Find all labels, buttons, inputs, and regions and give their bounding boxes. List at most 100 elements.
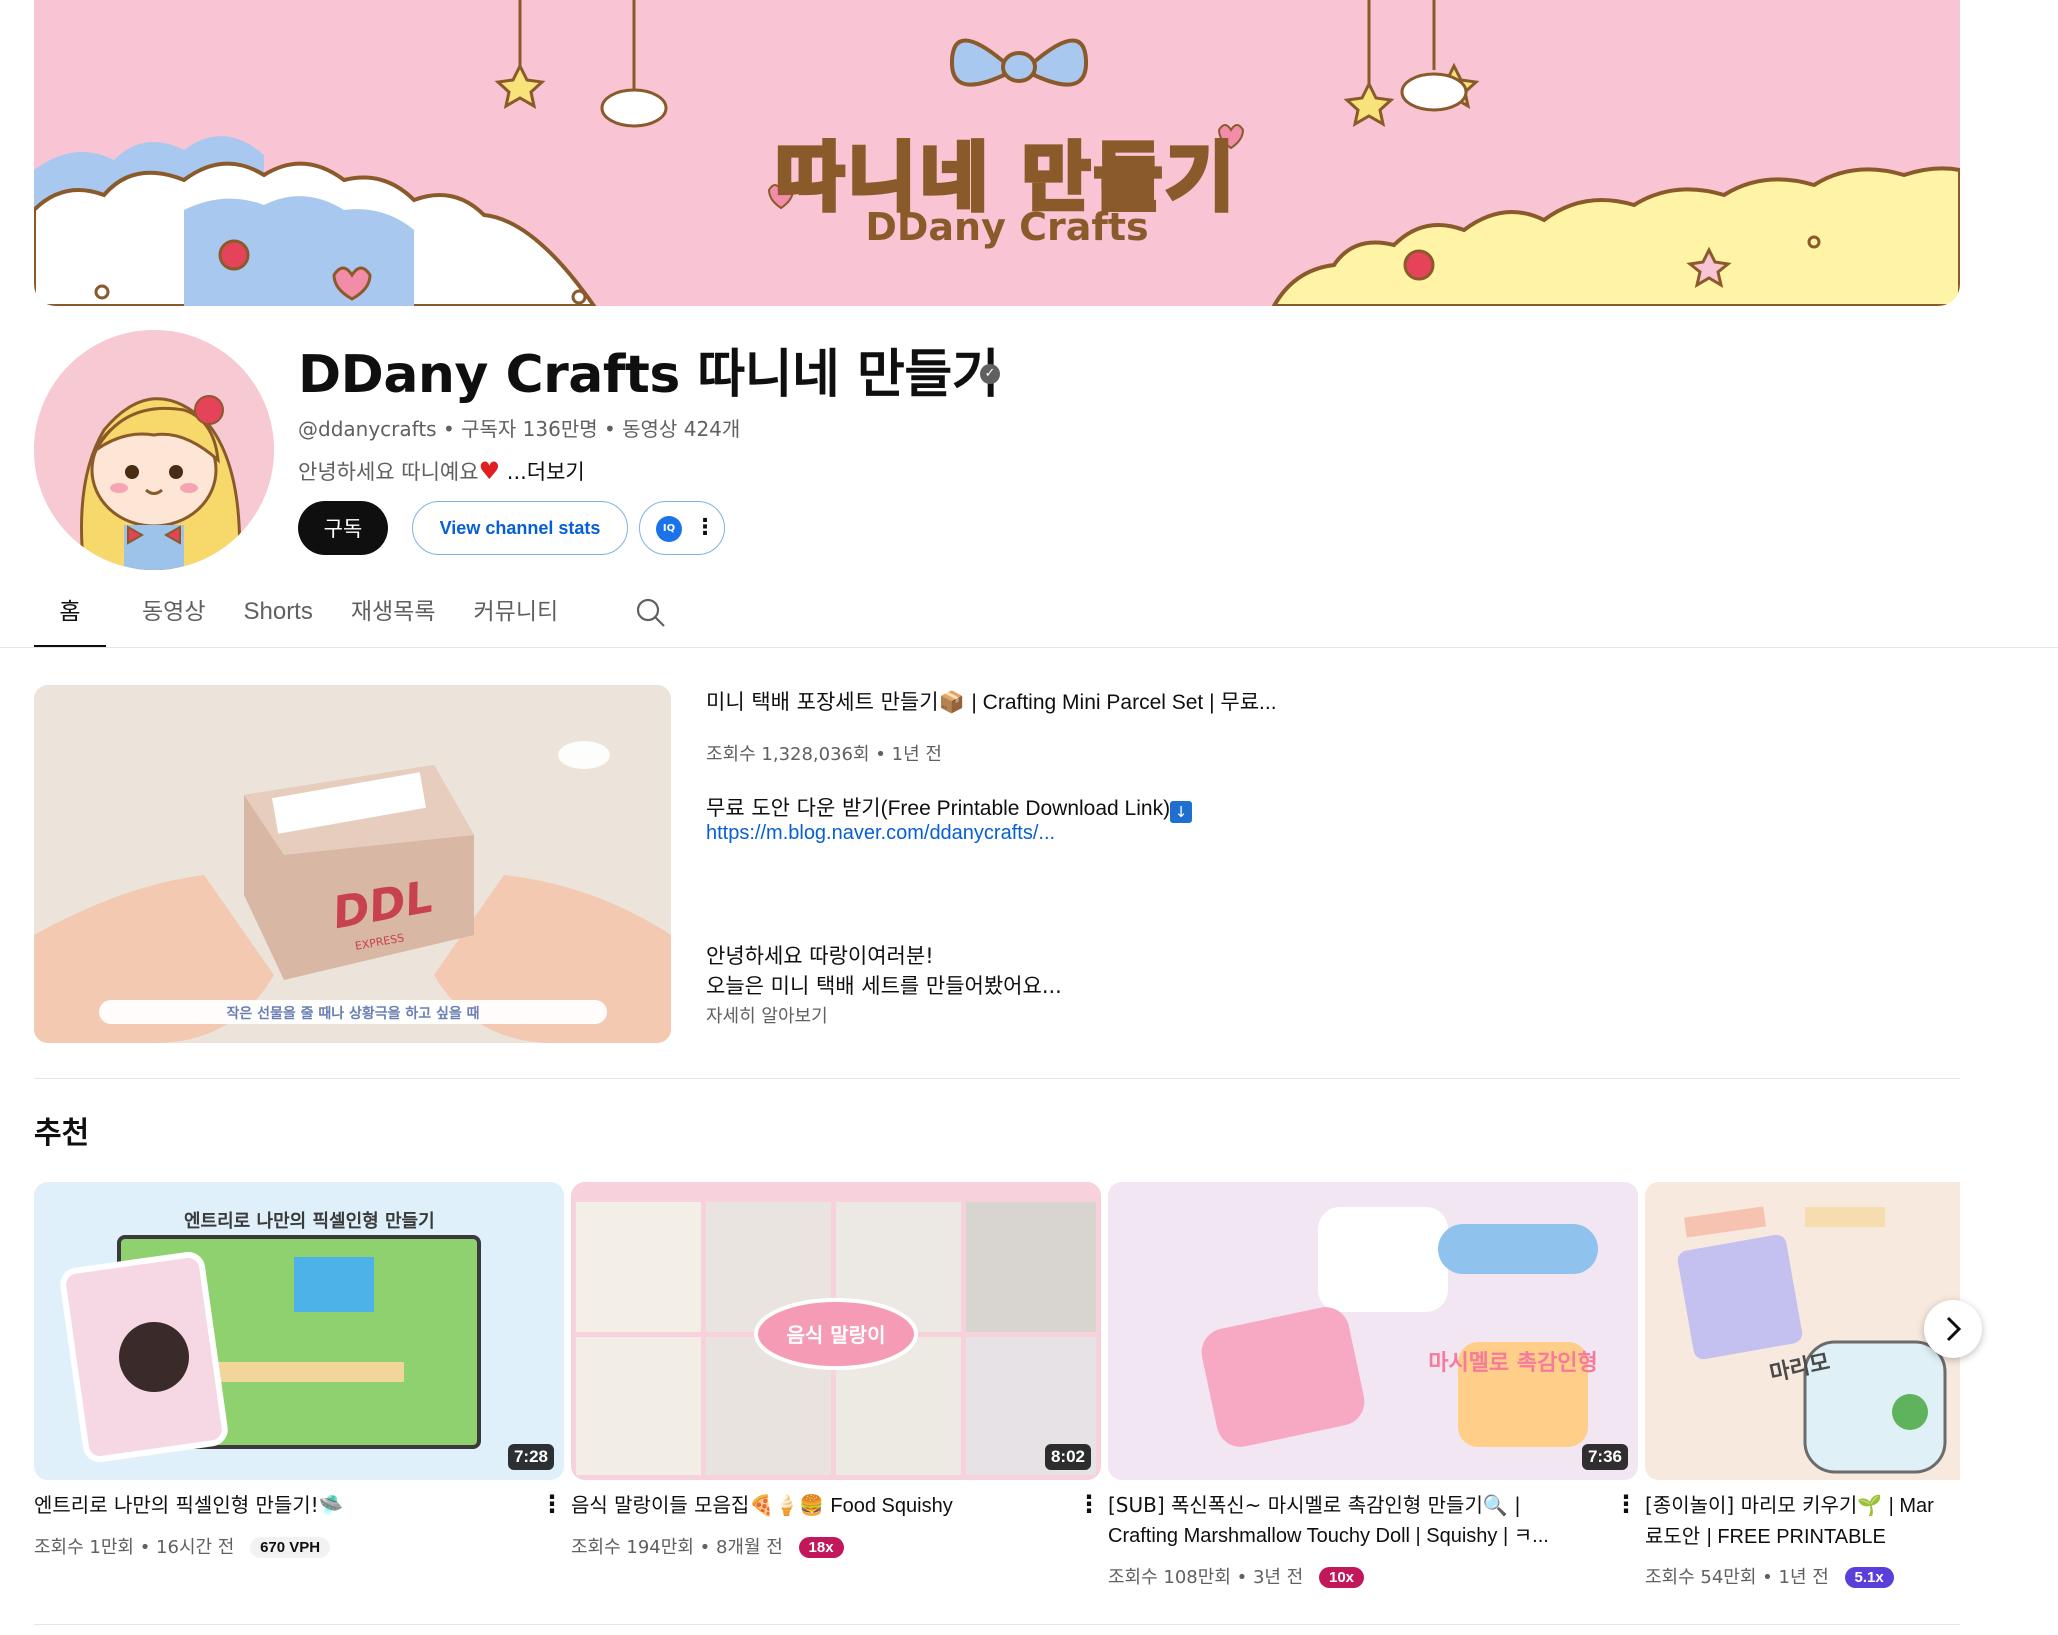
video-title-en: | Mar xyxy=(1888,1495,1934,1517)
video-title[interactable]: 음식 말랑이들 모음집🍕🍦🍔 Food Squishy xyxy=(571,1490,1071,1521)
featured-video-title[interactable]: 미니 택배 포장세트 만들기📦 | Crafting Mini Parcel S… xyxy=(706,686,1277,716)
featured-description-body: 오늘은 미니 택배 세트를 만들어봤어요... xyxy=(706,974,1062,998)
tab-shorts[interactable]: Shorts xyxy=(243,588,312,648)
outlier-badge: 18x xyxy=(798,1537,844,1558)
section-divider xyxy=(34,1624,1960,1625)
search-icon[interactable] xyxy=(636,598,666,628)
view-count: 조회수 108만회 xyxy=(1108,1567,1231,1588)
read-more-link[interactable]: 자세히 알아보기 xyxy=(706,1002,828,1028)
upload-age: 16시간 전 xyxy=(156,1537,235,1558)
subscriber-count: 구독자 136만명 xyxy=(461,417,598,441)
extension-logo-icon: IQ xyxy=(656,516,682,542)
video-menu-icon[interactable]: ⋮ xyxy=(1614,1490,1638,1518)
banner-subtitle: DDany Crafts xyxy=(865,205,1149,249)
thumbnail-caption: 마시멜로 촉감인형 xyxy=(1428,1351,1598,1376)
thumbnail-art: 마시멜로 촉감인형 xyxy=(1108,1182,1638,1480)
video-meta: 조회수 1만회 • 16시간 전 670 VPH xyxy=(34,1533,331,1559)
meta-separator: • xyxy=(604,417,623,441)
channel-description[interactable]: 안녕하세요 따니예요♥ ...더보기 xyxy=(298,456,585,486)
sprout-emoji-icon: 🌱 xyxy=(1857,1493,1883,1517)
video-title-text: [종이놀이] 마리모 키우기 xyxy=(1645,1493,1858,1517)
video-title-text: [SUB] 폭신폭신~ 마시멜로 촉감인형 만들기 xyxy=(1108,1493,1483,1517)
view-count: 조회수 1만회 xyxy=(34,1537,134,1558)
desc-ko: 무료 도안 다운 받기 xyxy=(706,796,881,820)
food-emoji-icon: 🍕🍦🍔 xyxy=(749,1493,825,1517)
video-title[interactable]: [SUB] 폭신폭신~ 마시멜로 촉감인형 만들기🔍 | Crafting Ma… xyxy=(1108,1490,1608,1551)
upload-age: 3년 전 xyxy=(1252,1567,1304,1588)
carousel-next-button[interactable] xyxy=(1924,1300,1982,1358)
video-duration: 7:28 xyxy=(507,1444,554,1470)
thumbnail-caption: 작은 선물을 줄 때나 상황극을 하고 싶을 때 xyxy=(226,1005,479,1022)
video-title-text: 엔트리로 나만의 픽셀인형 만들기! xyxy=(34,1493,319,1517)
meta-separator: • xyxy=(442,417,462,441)
thumbnail-art: 음식 말랑이 xyxy=(571,1182,1101,1480)
video-thumbnail[interactable]: 마시멜로 촉감인형 7:36 xyxy=(1108,1182,1638,1480)
channel-meta: @ddanycrafts • 구독자 136만명 • 동영상 424개 xyxy=(298,413,740,442)
channel-handle: @ddanycrafts xyxy=(298,417,437,441)
subscribe-button[interactable]: 구독 xyxy=(298,501,388,555)
thumbnail-caption: 음식 말랑이 xyxy=(787,1323,886,1347)
more-options-icon[interactable]: ⋮ xyxy=(694,514,716,542)
featured-video-meta: 조회수 1,328,036회 • 1년 전 xyxy=(706,744,942,765)
thumbnail-art: 마리모 xyxy=(1645,1182,1960,1480)
extension-button[interactable]: IQ ⋮ xyxy=(639,501,725,555)
featured-title-en: | Crafting Mini Parcel Set | 무료... xyxy=(971,691,1277,714)
package-emoji-icon: 📦 xyxy=(938,690,965,714)
video-title-en: Food Squishy xyxy=(830,1495,953,1517)
ufo-emoji-icon: 🛸 xyxy=(318,1493,344,1517)
video-title-text: 음식 말랑이들 모음집 xyxy=(571,1493,750,1517)
tab-community[interactable]: 커뮤니티 xyxy=(474,588,559,648)
verified-badge-icon: ✓ xyxy=(980,364,1000,384)
video-thumbnail[interactable]: 마리모 xyxy=(1645,1182,1960,1480)
featured-thumbnail-art: DDL EXPRESS 작은 선물을 줄 때나 상황극을 하고 싶을 때 xyxy=(34,685,671,1043)
video-thumbnail[interactable]: 엔트리로 나만의 픽셀인형 만들기 7:28 xyxy=(34,1182,564,1480)
video-title-line2: 료도안 xyxy=(1645,1524,1701,1548)
description-text: 안녕하세요 따니예요 xyxy=(298,460,479,484)
video-meta: 조회수 54만회 • 1년 전 5.1x xyxy=(1645,1563,1894,1589)
view-count: 조회수 54만회 xyxy=(1645,1567,1757,1588)
video-duration: 8:02 xyxy=(1044,1444,1091,1470)
tabs-divider xyxy=(0,647,2058,648)
thumbnail-art: 엔트리로 나만의 픽셀인형 만들기 xyxy=(34,1182,564,1480)
upload-age: 1년 전 xyxy=(1778,1567,1829,1588)
thumbnail-caption: 엔트리로 나만의 픽셀인형 만들기 xyxy=(184,1211,435,1232)
outlier-badge: 10x xyxy=(1318,1567,1365,1588)
upload-age: 8개월 전 xyxy=(715,1537,783,1558)
video-duration: 7:36 xyxy=(1581,1444,1628,1470)
featured-description-greeting: 안녕하세요 따랑이여러분! xyxy=(706,944,934,968)
featured-video-thumbnail[interactable]: DDL EXPRESS 작은 선물을 줄 때나 상황극을 하고 싶을 때 xyxy=(34,685,671,1043)
video-meta: 조회수 108만회 • 3년 전 10x xyxy=(1108,1563,1365,1589)
magnifier-emoji-icon: 🔍 xyxy=(1482,1493,1508,1517)
channel-banner: 따니네 만들기 DDany Crafts xyxy=(34,0,1960,306)
down-arrow-icon: ↓ xyxy=(1170,801,1193,823)
heart-icon: ♥ xyxy=(478,457,501,485)
view-count: 조회수 194만회 xyxy=(571,1537,694,1558)
video-menu-icon[interactable]: ⋮ xyxy=(540,1490,564,1518)
featured-title-ko: 미니 택배 포장세트 만들기 xyxy=(706,690,939,714)
video-title[interactable]: 엔트리로 나만의 픽셀인형 만들기!🛸 xyxy=(34,1490,534,1520)
section-title: 추천 xyxy=(34,1116,90,1151)
outlier-badge: 5.1x xyxy=(1844,1567,1894,1588)
video-title-line2: Crafting Marshmallow Touchy Doll | Squis… xyxy=(1108,1525,1549,1547)
featured-description-line: 무료 도안 다운 받기(Free Printable Download Link… xyxy=(706,792,1193,823)
channel-name: DDany Crafts 따니네 만들기 xyxy=(298,345,1000,405)
vph-badge: 670 VPH xyxy=(250,1537,331,1558)
section-divider xyxy=(34,1078,1960,1079)
video-count: 동영상 424개 xyxy=(622,417,741,441)
avatar-illustration xyxy=(34,330,274,570)
view-channel-stats-button[interactable]: View channel stats xyxy=(412,501,628,555)
tab-playlists[interactable]: 재생목록 xyxy=(351,588,436,648)
channel-tabs: 홈 동영상 Shorts 재생목록 커뮤니티 xyxy=(34,588,596,648)
video-menu-icon[interactable]: ⋮ xyxy=(1077,1490,1101,1518)
tab-videos[interactable]: 동영상 xyxy=(142,588,205,648)
featured-description-link[interactable]: https://m.blog.naver.com/ddanycrafts/... xyxy=(706,822,1055,845)
tab-home[interactable]: 홈 xyxy=(34,588,106,648)
video-title-line2-en: | FREE PRINTABLE xyxy=(1706,1526,1886,1548)
video-thumbnail[interactable]: 음식 말랑이 8:02 xyxy=(571,1182,1101,1480)
more-link[interactable]: ...더보기 xyxy=(507,460,585,484)
channel-avatar[interactable] xyxy=(34,330,274,570)
video-title[interactable]: [종이놀이] 마리모 키우기🌱 | Mar 료도안 | FREE PRINTAB… xyxy=(1645,1490,1960,1552)
chevron-right-icon xyxy=(1946,1316,1962,1342)
video-meta: 조회수 194만회 • 8개월 전 18x xyxy=(571,1533,844,1559)
desc-en: (Free Printable Download Link) xyxy=(880,797,1171,820)
